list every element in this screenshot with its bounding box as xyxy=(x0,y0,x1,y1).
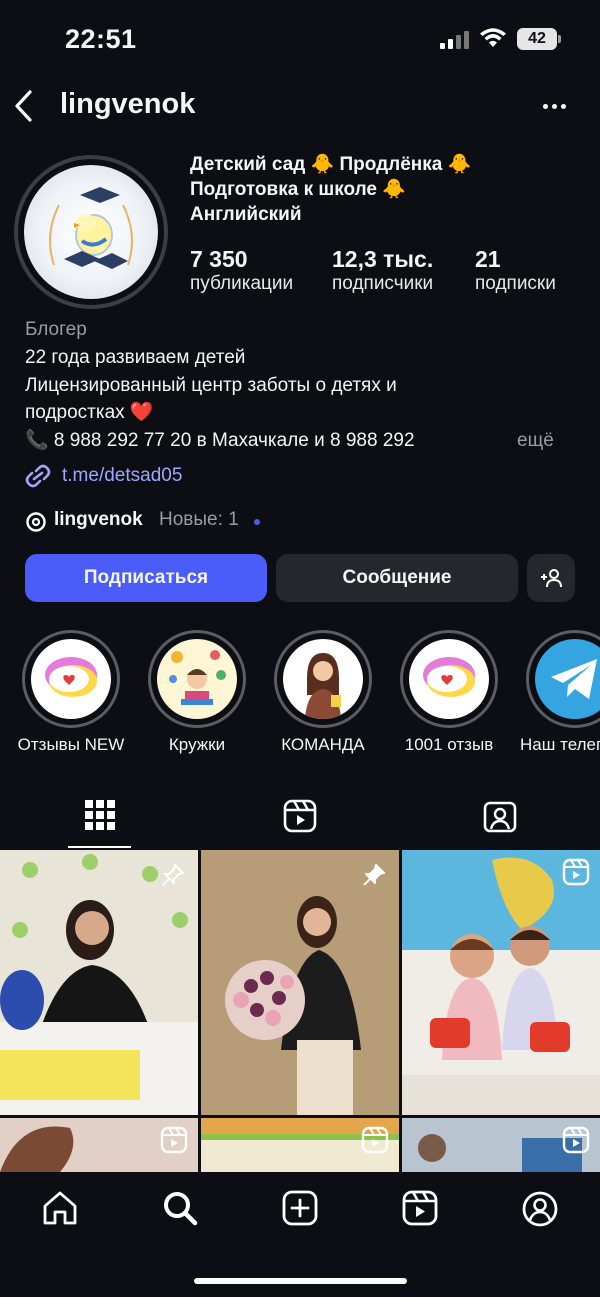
teacher-icon xyxy=(305,653,341,719)
link-icon xyxy=(25,464,51,488)
profile-link[interactable]: t.me/detsad05 xyxy=(62,462,182,490)
stat-following[interactable]: 21 подписки xyxy=(475,246,556,295)
tagged-icon[interactable] xyxy=(483,799,517,833)
grid-icon[interactable] xyxy=(84,799,116,831)
post-image xyxy=(0,850,198,1115)
telegram-icon xyxy=(551,659,597,699)
stat-followers[interactable]: 12,3 тыс. подписчики xyxy=(332,246,433,295)
bio-line-3: Английский xyxy=(190,204,302,225)
battery-tip xyxy=(558,35,561,43)
threads-new-count: Новые: 1 xyxy=(159,509,239,530)
post-tile[interactable] xyxy=(201,850,399,1115)
highlight-reviews-new[interactable] xyxy=(22,630,120,728)
post-tile[interactable] xyxy=(0,850,198,1115)
highlight-1001-reviews[interactable] xyxy=(400,630,498,728)
active-tab-indicator xyxy=(68,846,131,848)
post-image xyxy=(402,850,600,1115)
profile-username: lingvenok xyxy=(60,88,196,120)
bio-desc-4: 📞 8 988 292 77 20 в Махачкале и 8 988 29… xyxy=(25,430,415,451)
chat-bubble-heart-icon xyxy=(45,657,97,697)
back-icon[interactable] xyxy=(12,89,36,123)
stat-following-value: 21 xyxy=(475,246,501,272)
wifi-icon xyxy=(480,28,506,47)
message-button[interactable]: Сообщение xyxy=(276,554,518,602)
bio-line-1: Детский сад 🐥 Продлёнка 🐥 xyxy=(190,154,472,175)
avatar[interactable] xyxy=(24,165,158,299)
bio-line-2: Подготовка к школе 🐥 xyxy=(190,179,406,200)
reels-tab-icon[interactable] xyxy=(283,799,317,833)
add-person-icon xyxy=(541,569,562,588)
reel-icon xyxy=(160,1126,188,1154)
threads-username[interactable]: lingvenok xyxy=(54,509,143,531)
reel-icon xyxy=(361,1126,389,1154)
highlight-label: Кружки xyxy=(168,735,226,754)
more-link[interactable]: ещё xyxy=(517,427,554,455)
home-indicator xyxy=(194,1278,407,1284)
chat-bubble-heart-icon xyxy=(423,657,475,697)
bio-desc-3: подростках ❤️ xyxy=(25,402,154,423)
create-post-icon[interactable] xyxy=(282,1190,318,1226)
home-icon[interactable] xyxy=(42,1190,78,1226)
battery-level: 42 xyxy=(517,28,557,50)
profile-name: Детский сад 🐥 Продлёнка 🐥 Подготовка к ш… xyxy=(190,152,590,227)
reel-icon xyxy=(562,1126,590,1154)
search-icon[interactable] xyxy=(162,1190,198,1226)
highlight-label: 1001 отзыв xyxy=(404,735,494,754)
follow-button[interactable]: Подписаться xyxy=(25,554,267,602)
new-dot xyxy=(254,519,260,525)
bio-desc-2: Лицензированный центр заботы о детях и xyxy=(25,375,397,396)
duckling-logo-icon xyxy=(49,187,133,269)
reel-icon xyxy=(562,858,590,886)
pin-icon xyxy=(363,864,385,886)
highlight-clubs[interactable] xyxy=(148,630,246,728)
profile-icon[interactable] xyxy=(521,1190,559,1228)
more-options-icon[interactable] xyxy=(543,104,566,109)
post-image xyxy=(201,850,399,1115)
stat-followers-value: 12,3 тыс. xyxy=(332,246,434,272)
highlight-label: Наш телеграм xyxy=(520,735,600,754)
stat-posts[interactable]: 7 350 публикации xyxy=(190,246,293,295)
post-tile[interactable] xyxy=(402,1118,600,1172)
stat-following-label: подписки xyxy=(475,273,556,294)
profile-category: Блогер xyxy=(25,319,87,340)
status-time: 22:51 xyxy=(65,24,137,54)
stat-posts-label: публикации xyxy=(190,273,294,294)
stat-followers-label: подписчики xyxy=(332,273,434,294)
threads-icon xyxy=(26,512,46,532)
reels-icon[interactable] xyxy=(402,1190,438,1226)
pin-icon xyxy=(162,864,184,886)
highlight-team[interactable] xyxy=(274,630,372,728)
child-reading-icon xyxy=(169,650,226,705)
highlight-label: КОМАНДА xyxy=(281,735,365,754)
post-tile[interactable] xyxy=(201,1118,399,1172)
stat-posts-value: 7 350 xyxy=(190,246,248,272)
bio-desc-1: 22 года развиваем детей xyxy=(25,347,246,368)
post-tile[interactable] xyxy=(0,1118,198,1172)
suggest-people-button[interactable] xyxy=(527,554,575,602)
highlight-telegram[interactable] xyxy=(526,630,600,728)
cellular-signal-icon xyxy=(440,31,469,49)
post-tile[interactable] xyxy=(402,850,600,1115)
highlight-label: Отзывы NEW xyxy=(17,735,125,754)
